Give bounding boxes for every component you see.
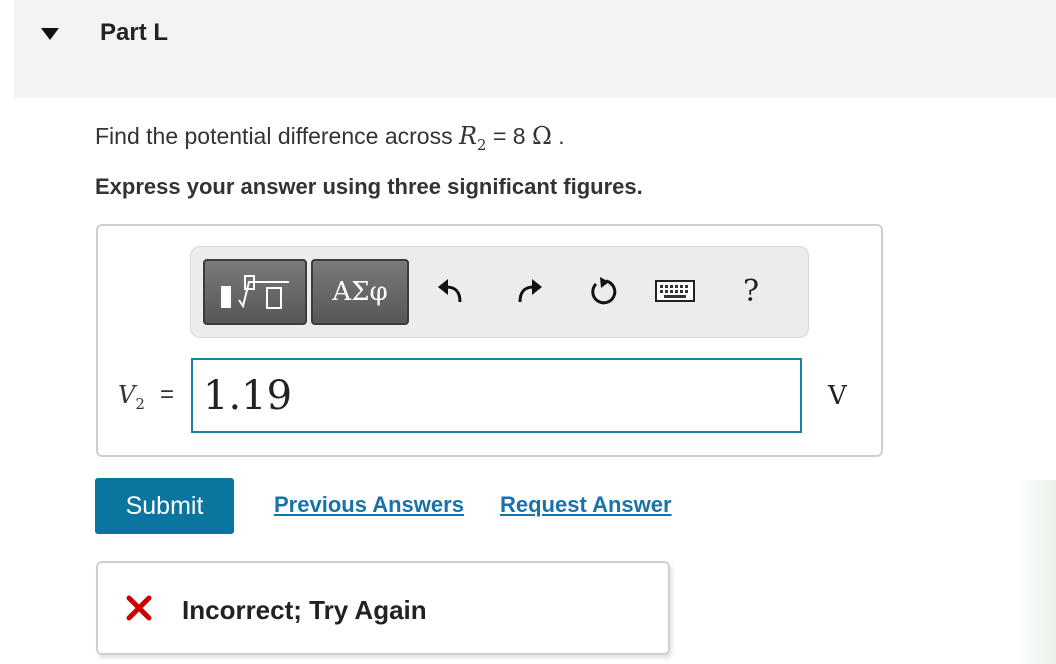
math-toolbar: ΑΣφ ? bbox=[190, 246, 809, 338]
request-answer-link[interactable]: Request Answer bbox=[500, 492, 672, 518]
undo-icon[interactable] bbox=[429, 269, 473, 313]
feedback-text: Incorrect; Try Again bbox=[182, 595, 427, 625]
edge-shadow bbox=[1016, 480, 1056, 664]
question-suffix: . bbox=[551, 123, 565, 149]
previous-answers-link[interactable]: Previous Answers bbox=[274, 492, 464, 518]
answer-variable-subscript: 2 bbox=[135, 394, 145, 413]
answer-input[interactable]: 1.19 bbox=[191, 358, 802, 433]
part-header bbox=[14, 0, 1056, 98]
help-icon[interactable]: ? bbox=[729, 269, 773, 313]
reset-icon[interactable] bbox=[581, 269, 625, 313]
keyboard-icon[interactable] bbox=[653, 269, 697, 313]
answer-variable: V2 bbox=[118, 381, 145, 413]
question-text: Find the potential difference across R2 … bbox=[95, 122, 565, 154]
answer-equals: = bbox=[160, 381, 175, 408]
resistor-subscript: 2 bbox=[477, 135, 487, 154]
instruction-text: Express your answer using three signific… bbox=[95, 174, 643, 199]
collapse-toggle-icon[interactable] bbox=[41, 28, 59, 40]
resistor-variable: R2 bbox=[458, 122, 487, 154]
templates-button[interactable] bbox=[203, 259, 307, 325]
answer-variable-letter: V bbox=[118, 381, 136, 409]
answer-unit: V bbox=[828, 381, 847, 411]
redo-icon[interactable] bbox=[507, 269, 551, 313]
ohm-symbol: Ω bbox=[532, 122, 552, 150]
greek-letters-button[interactable]: ΑΣφ bbox=[311, 259, 409, 325]
question-equals: = 8 bbox=[486, 123, 532, 149]
submit-button[interactable]: Submit bbox=[95, 478, 234, 534]
incorrect-x-icon bbox=[124, 593, 154, 623]
resistor-letter: R bbox=[458, 122, 478, 150]
question-prefix: Find the potential difference across bbox=[95, 123, 459, 149]
templates-icon bbox=[221, 275, 289, 309]
part-title: Part L bbox=[100, 19, 169, 46]
